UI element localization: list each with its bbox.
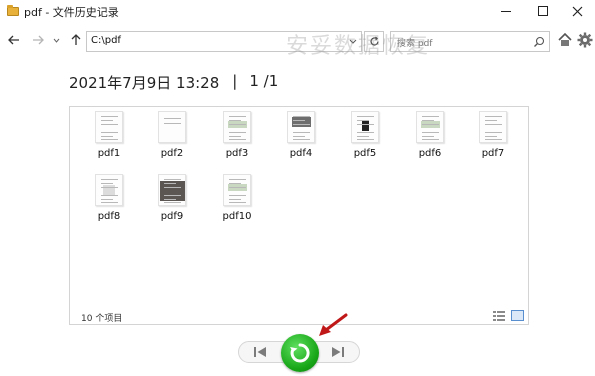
chevron-down-icon	[53, 38, 59, 43]
file-name: pdf7	[481, 148, 505, 159]
maximize-icon	[538, 6, 548, 16]
details-view-icon[interactable]	[493, 311, 505, 321]
file-name: pdf9	[160, 211, 184, 222]
file-name: pdf6	[418, 148, 442, 159]
file-name: pdf10	[222, 211, 252, 222]
file-name: pdf2	[160, 148, 184, 159]
forward-arrow-icon	[33, 35, 44, 45]
file-item[interactable]: pdf4	[274, 107, 326, 163]
large-icons-view-icon[interactable]	[511, 310, 524, 321]
file-item[interactable]: pdf1	[82, 107, 134, 163]
close-button[interactable]	[555, 0, 595, 22]
pdf-thumbnail-icon	[223, 111, 251, 143]
watermark-text: 安妥数据恢复	[286, 34, 431, 59]
next-version-button[interactable]	[330, 345, 346, 359]
up-arrow-icon	[71, 34, 81, 45]
file-name: pdf3	[225, 148, 249, 159]
pdf-thumbnail-icon	[95, 174, 123, 206]
file-item[interactable]: pdf8	[82, 170, 134, 226]
file-name: pdf4	[289, 148, 313, 159]
file-item[interactable]: pdf3	[210, 107, 262, 163]
address-value: C:\pdf	[91, 35, 121, 46]
heading-separator: |	[232, 72, 238, 90]
file-name: pdf1	[97, 148, 121, 159]
pdf-thumbnail-icon	[95, 111, 123, 143]
search-icon[interactable]	[533, 36, 545, 48]
restore-arrow-icon	[290, 343, 310, 363]
pdf-thumbnail-icon	[416, 111, 444, 143]
backup-date-heading: 2021年7月9日 13:28 | 1 /1	[69, 72, 278, 93]
file-item[interactable]: pdf5	[338, 107, 390, 163]
home-icon[interactable]	[558, 32, 572, 48]
backup-date: 2021年7月9日 13:28	[69, 74, 220, 92]
previous-version-button[interactable]	[252, 345, 268, 359]
back-arrow-icon	[8, 35, 19, 45]
pdf-thumbnail-icon	[223, 174, 251, 206]
title-bar: pdf - 文件历史记录	[0, 0, 595, 22]
pdf-thumbnail-icon	[287, 111, 315, 143]
annotation-arrow-icon	[319, 313, 348, 336]
pdf-thumbnail-icon	[158, 174, 186, 206]
recent-locations-button[interactable]	[48, 32, 64, 48]
file-item[interactable]: pdf2	[145, 107, 197, 163]
window-title: pdf - 文件历史记录	[24, 6, 119, 19]
file-item[interactable]: pdf10	[210, 170, 262, 226]
minimize-icon	[501, 10, 511, 12]
pdf-thumbnail-icon	[351, 111, 379, 143]
file-item[interactable]: pdf9	[145, 170, 197, 226]
file-item[interactable]: pdf6	[403, 107, 455, 163]
version-counter: 1 /1	[249, 72, 279, 90]
pdf-thumbnail-icon	[158, 111, 186, 143]
file-name: pdf8	[97, 211, 121, 222]
folder-icon	[7, 5, 19, 16]
close-icon	[572, 6, 582, 16]
gear-icon[interactable]	[577, 32, 593, 48]
up-button[interactable]	[68, 32, 84, 48]
forward-button[interactable]	[30, 32, 46, 48]
pdf-thumbnail-icon	[479, 111, 507, 143]
file-name: pdf5	[353, 148, 377, 159]
file-item[interactable]: pdf7	[466, 107, 518, 163]
file-list-pane: pdf1 pdf2 pdf3 pdf4 pdf5 pdf6 pdf7 pdf8 pdf9 pdf1…	[69, 106, 529, 325]
back-button[interactable]	[6, 32, 22, 48]
item-count: 10 个项目	[81, 314, 123, 324]
